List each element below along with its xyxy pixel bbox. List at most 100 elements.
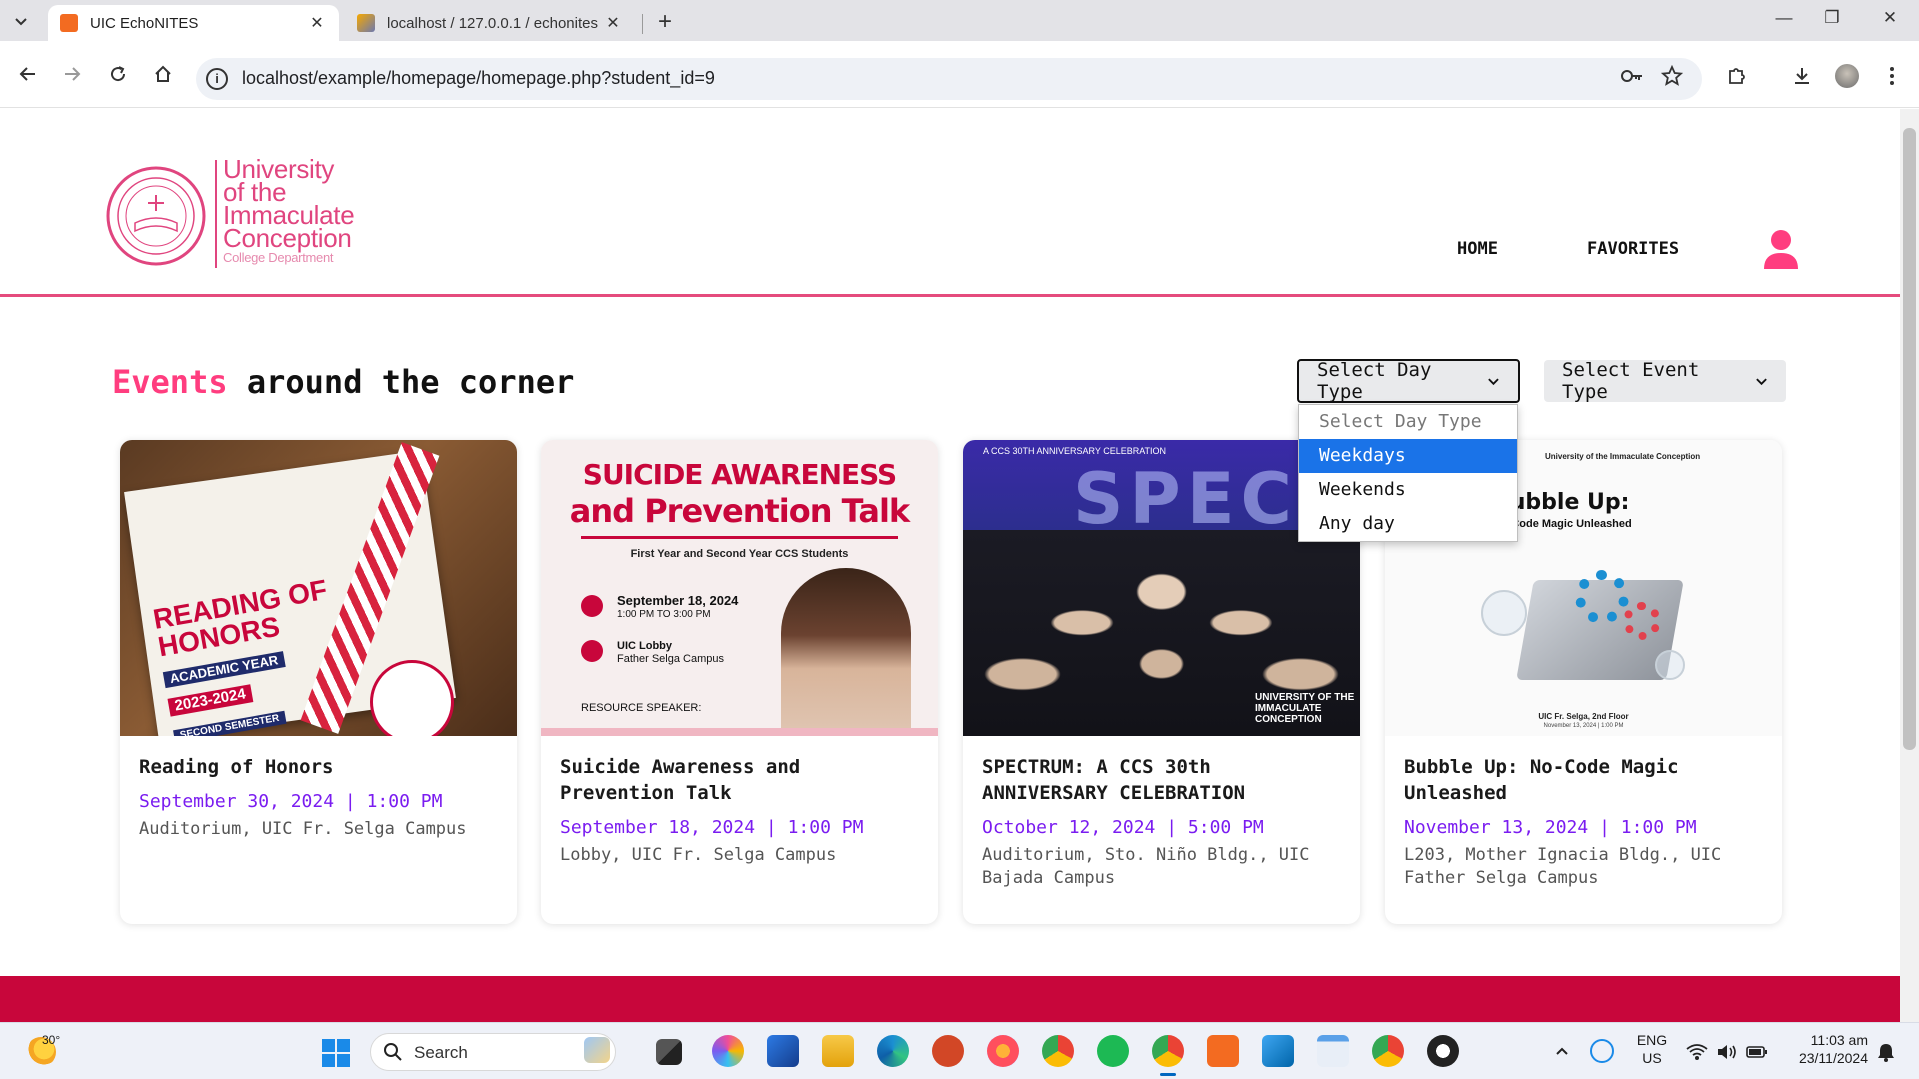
event-type-select[interactable]: Select Event Type xyxy=(1544,359,1786,403)
taskbar-search-box[interactable] xyxy=(370,1033,616,1071)
xampp-favicon-icon xyxy=(60,14,78,32)
poster-text: 2023-2024 xyxy=(167,684,254,717)
restore-button[interactable]: ❐ xyxy=(1812,8,1852,34)
downloads-button[interactable] xyxy=(1787,61,1817,91)
tab-strip: UIC EchoNITES ✕ localhost / 127.0.0.1 / … xyxy=(0,0,1919,41)
dropdown-option-any-day[interactable]: Any day xyxy=(1299,507,1517,541)
reload-button[interactable] xyxy=(103,59,133,89)
tab-uic-echonites[interactable]: UIC EchoNITES ✕ xyxy=(48,5,339,41)
region-code: US xyxy=(1642,1050,1662,1066)
event-title: Bubble Up: No-Code Magic Unleashed xyxy=(1404,756,1679,804)
dropdown-option-weekends[interactable]: Weekends xyxy=(1299,473,1517,507)
poster-text: Father Selga Campus xyxy=(617,653,724,665)
day-type-select[interactable]: Select Day Type xyxy=(1297,359,1520,403)
passwords-button[interactable] xyxy=(1617,61,1647,91)
web-page: University of the Immaculate Conception … xyxy=(0,109,1900,1022)
clock-date: 23/11/2024 xyxy=(1798,1050,1868,1066)
event-date: October 12, 2024 | 5:00 PM xyxy=(982,817,1264,838)
dropdown-option-weekdays[interactable]: Weekdays xyxy=(1299,439,1517,473)
wifi-icon[interactable] xyxy=(1686,1043,1708,1061)
powerpoint-icon[interactable] xyxy=(932,1035,964,1067)
clock[interactable]: 11:03 am 23/11/2024 xyxy=(1784,1031,1868,1067)
bubble-icon xyxy=(1481,590,1527,636)
dropdown-option-placeholder[interactable]: Select Day Type xyxy=(1299,405,1517,439)
event-card[interactable]: READING OF HONORS ACADEMIC YEAR 2023-202… xyxy=(120,440,517,924)
tab-search-button[interactable] xyxy=(8,8,34,34)
vscode-icon[interactable] xyxy=(1262,1035,1294,1067)
event-location: Auditorium, UIC Fr. Selga Campus xyxy=(139,819,467,839)
poster-text: RESOURCE SPEAKER: xyxy=(581,702,702,714)
chrome-icon[interactable] xyxy=(1042,1035,1074,1067)
close-window-button[interactable]: ✕ xyxy=(1870,8,1910,34)
notification-bell-icon[interactable] xyxy=(1877,1042,1895,1062)
windows-logo-icon xyxy=(337,1039,350,1052)
event-title: Reading of Honors xyxy=(139,756,334,778)
minimize-button[interactable]: — xyxy=(1764,8,1804,34)
chrome-profile-icon[interactable] xyxy=(1152,1035,1184,1067)
footer xyxy=(0,976,1900,1022)
calendar-icon xyxy=(581,595,603,617)
forward-button[interactable] xyxy=(57,59,87,89)
xampp-icon[interactable] xyxy=(1207,1035,1239,1067)
bookmark-button[interactable] xyxy=(1657,61,1687,91)
microsoft-store-icon[interactable] xyxy=(767,1035,799,1067)
windows-logo-icon xyxy=(322,1054,335,1067)
bubble-icon xyxy=(1655,650,1685,680)
event-date: September 18, 2024 | 1:00 PM xyxy=(560,817,864,838)
site-info-icon[interactable]: i xyxy=(206,68,228,90)
profile-avatar[interactable] xyxy=(1832,61,1862,91)
firefox-icon[interactable] xyxy=(987,1035,1019,1067)
section-title-rest: around the corner xyxy=(246,363,575,401)
nav-home[interactable]: HOME xyxy=(1457,239,1498,259)
day-type-select-label: Select Day Type xyxy=(1317,359,1432,403)
start-button[interactable] xyxy=(322,1039,350,1067)
uic-logo[interactable]: University of the Immaculate Conception … xyxy=(105,156,385,270)
star-icon xyxy=(1661,65,1683,86)
nav-favorites[interactable]: FAVORITES xyxy=(1587,239,1679,259)
back-button[interactable] xyxy=(13,59,43,89)
sync-icon[interactable] xyxy=(1590,1039,1614,1063)
key-icon xyxy=(1621,70,1642,82)
more-vertical-icon xyxy=(1890,67,1894,85)
volume-icon[interactable] xyxy=(1716,1043,1738,1061)
event-title: Suicide Awareness and Prevention Talk xyxy=(560,756,801,804)
poster-text: SPEC xyxy=(1073,458,1298,540)
tab-phpmyadmin[interactable]: localhost / 127.0.0.1 / echonites ✕ xyxy=(345,5,635,41)
poster-text: 1:00 PM TO 3:00 PM xyxy=(617,609,711,620)
file-explorer-icon[interactable] xyxy=(822,1035,854,1067)
edge-icon[interactable] xyxy=(877,1035,909,1067)
url-text[interactable]: localhost/example/homepage/homepage.php?… xyxy=(242,68,715,89)
chevron-up-icon[interactable] xyxy=(1554,1043,1570,1059)
task-view-icon[interactable] xyxy=(656,1039,682,1065)
browser-menu-button[interactable] xyxy=(1877,61,1907,91)
gear-icon xyxy=(1623,602,1661,640)
notepad-icon[interactable] xyxy=(1317,1035,1349,1067)
uic-seal-icon xyxy=(106,166,206,266)
poster-text: UIC Fr. Selga, 2nd Floor xyxy=(1538,712,1629,721)
new-tab-button[interactable]: + xyxy=(652,10,678,36)
poster-text: November 13, 2024 | 1:00 PM xyxy=(1543,723,1624,729)
extensions-button[interactable] xyxy=(1722,61,1752,91)
header-divider xyxy=(0,294,1900,297)
speaker-photo xyxy=(781,568,911,736)
tab-title: localhost / 127.0.0.1 / echonites xyxy=(387,14,598,32)
home-button[interactable] xyxy=(148,59,178,89)
event-poster-reading-of-honors: READING OF HONORS ACADEMIC YEAR 2023-202… xyxy=(120,440,517,736)
close-tab-icon[interactable]: ✕ xyxy=(307,13,327,33)
poster-text: First Year and Second Year CCS Students xyxy=(630,548,849,560)
chevron-down-icon xyxy=(1756,378,1767,386)
copilot-icon[interactable] xyxy=(712,1035,744,1067)
page-scrollbar-thumb[interactable] xyxy=(1903,128,1916,750)
battery-icon[interactable] xyxy=(1746,1044,1768,1060)
arrow-left-icon xyxy=(19,67,35,81)
chevron-down-icon xyxy=(1488,378,1499,386)
user-profile-icon[interactable] xyxy=(1762,229,1800,269)
event-card[interactable]: SUICIDE AWARENESS and Prevention Talk Fi… xyxy=(541,440,938,924)
language-indicator[interactable]: ENG US xyxy=(1634,1031,1670,1067)
location-pin-icon xyxy=(581,640,603,662)
chrome-alt-profile-icon[interactable] xyxy=(1372,1035,1404,1067)
close-tab-icon[interactable]: ✕ xyxy=(603,13,623,33)
spotify-icon[interactable] xyxy=(1097,1035,1129,1067)
search-icon xyxy=(384,1043,402,1061)
media-player-icon[interactable] xyxy=(1427,1035,1459,1067)
